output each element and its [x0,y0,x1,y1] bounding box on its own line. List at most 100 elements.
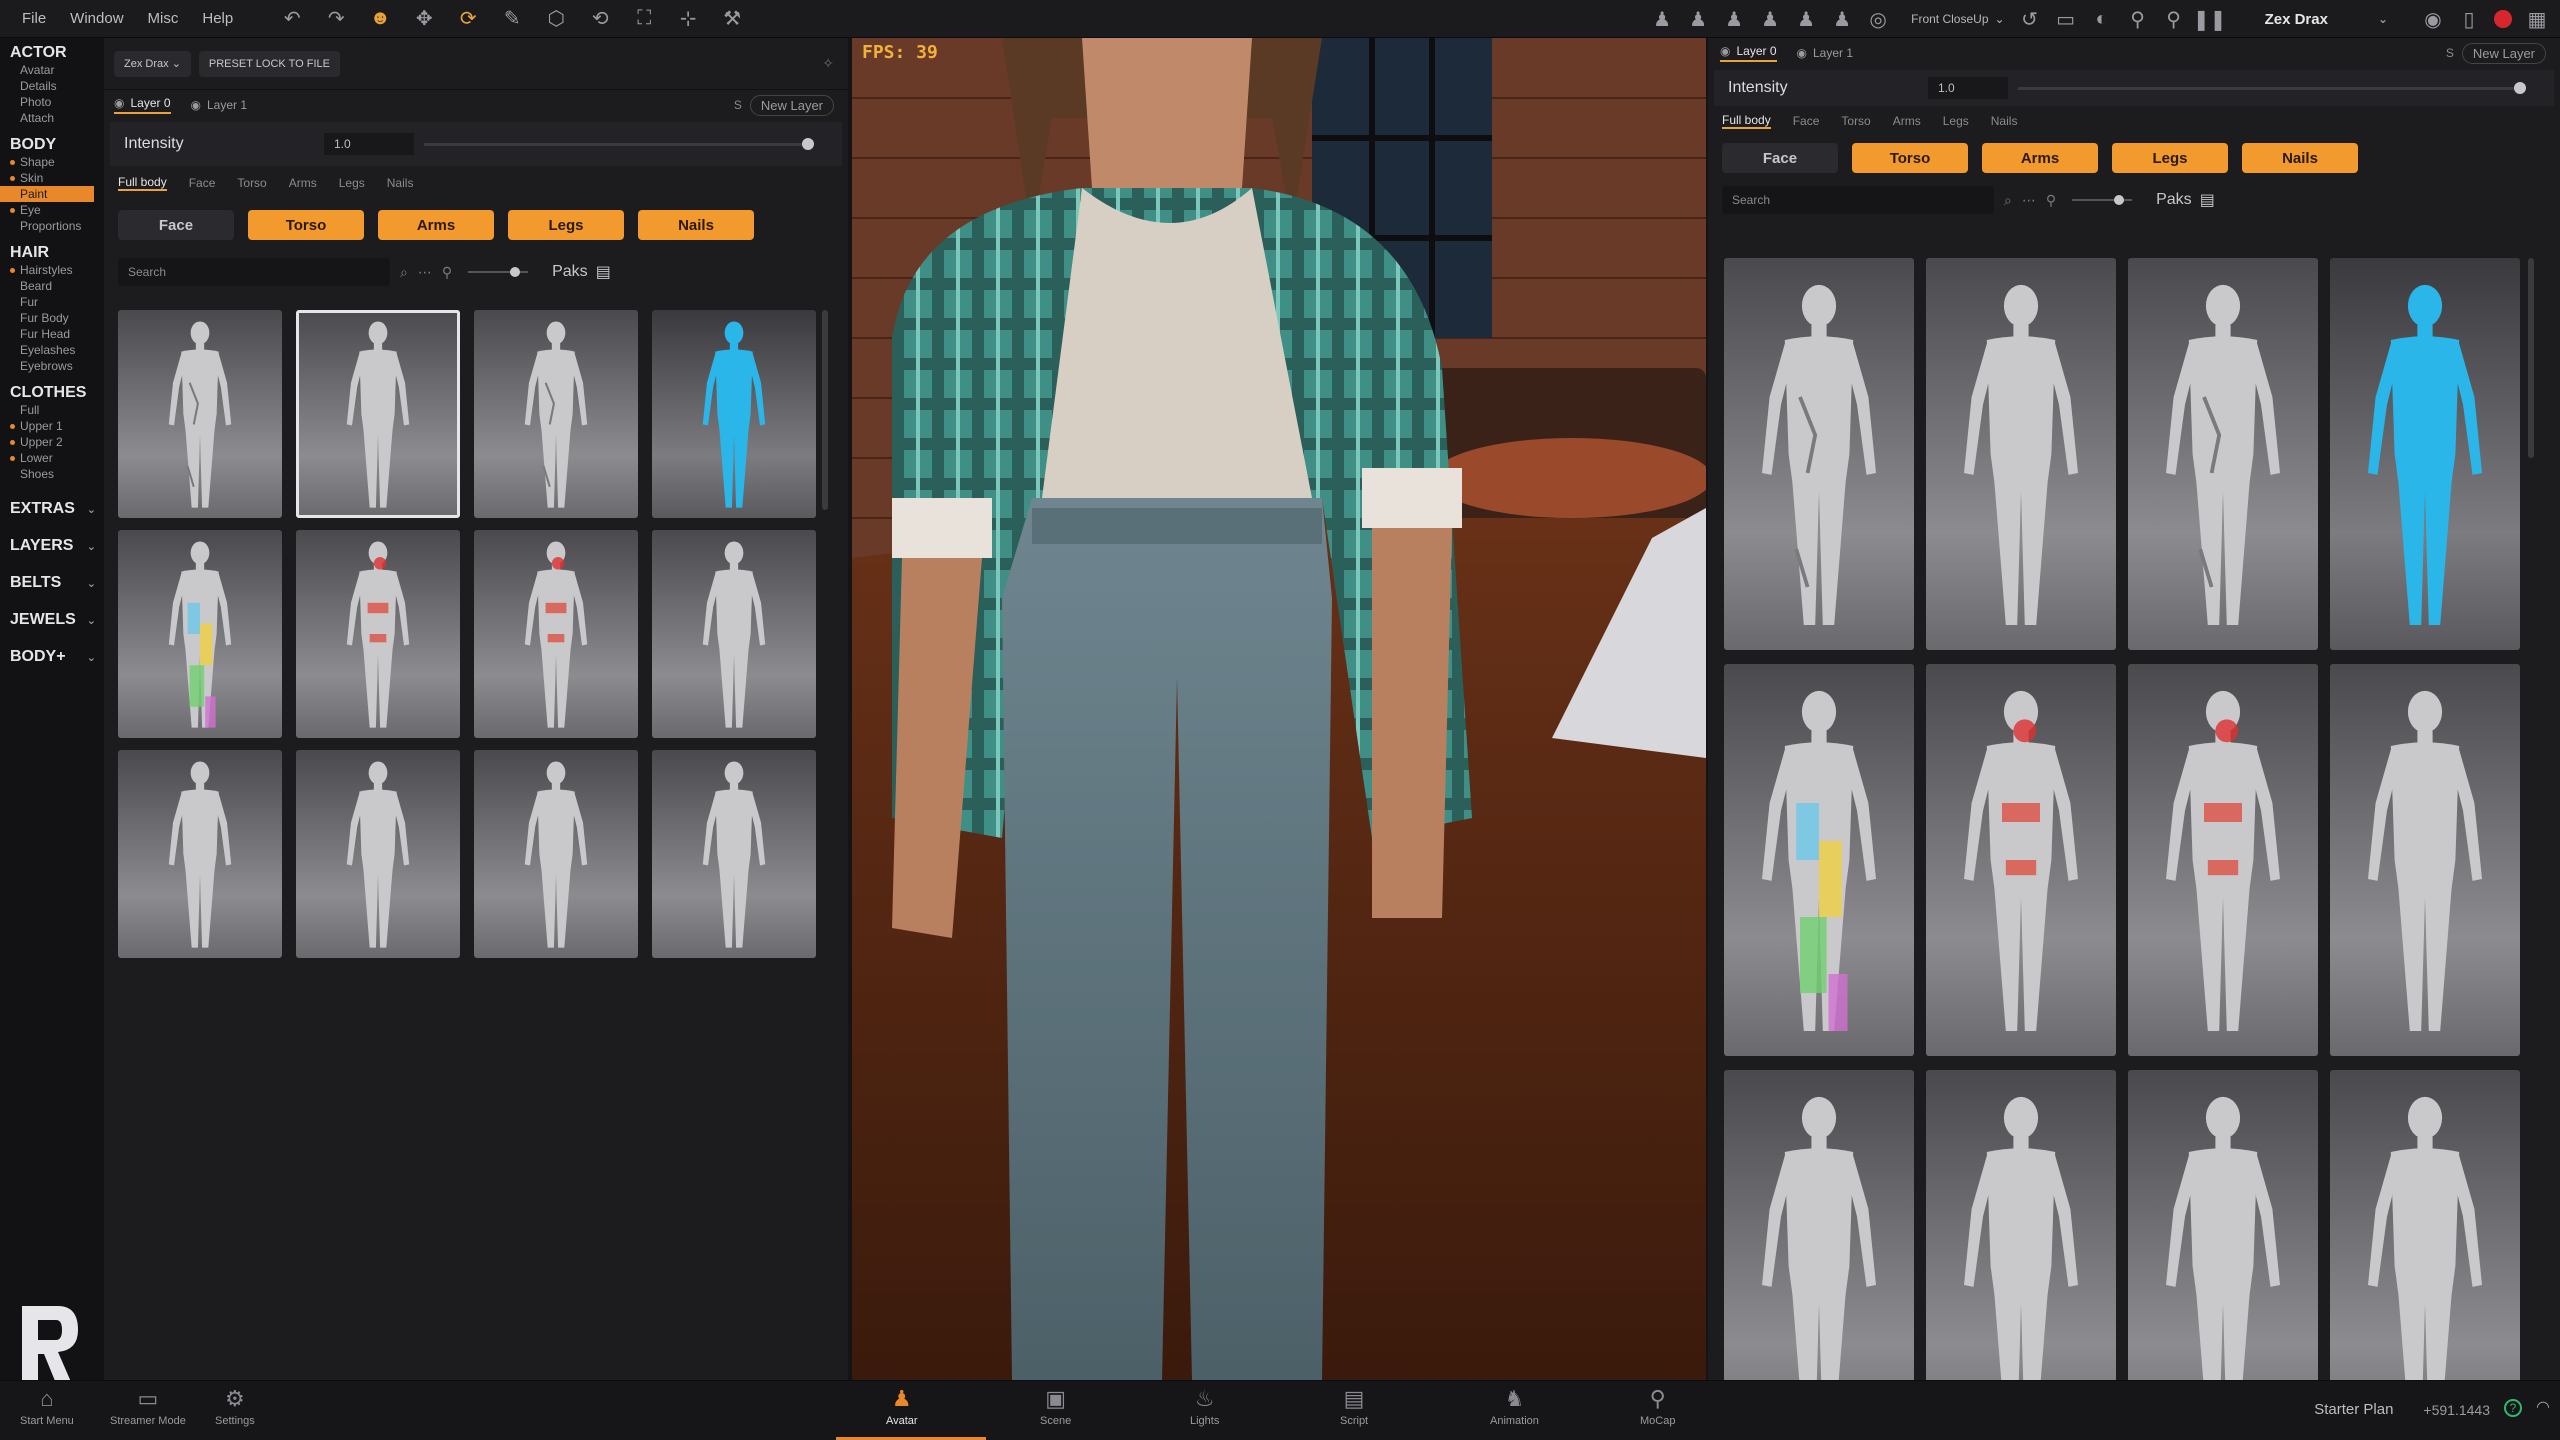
pose-icon[interactable]: ♟ [1831,6,1853,32]
menu-file[interactable]: File [10,10,58,27]
skin-thumbnail[interactable] [1926,258,2116,650]
sidebar-item-full[interactable]: Full [0,402,104,418]
move-icon[interactable]: ✥ [411,6,437,32]
skin-thumbnail[interactable] [296,530,460,738]
skin-thumbnail[interactable] [118,750,282,958]
skin-thumbnail[interactable] [2128,664,2318,1056]
tab-legs[interactable]: Legs [1943,114,1969,128]
skin-thumbnail[interactable] [474,310,638,518]
skin-thumbnail[interactable] [1926,664,2116,1056]
skin-thumbnail[interactable] [118,530,282,738]
torso-filter-button[interactable]: Torso [1852,143,1968,173]
user-select[interactable]: Zex Drax ⌄ [2265,11,2388,28]
intensity-input[interactable]: 1.0 [1928,77,2008,99]
skin-thumbnail[interactable] [2128,258,2318,650]
nails-filter-button[interactable]: Nails [2242,143,2358,173]
more-icon[interactable]: ⋯ [2022,192,2036,209]
slider-knob[interactable] [2114,195,2125,205]
paks-button[interactable]: Paks ▤ [552,262,611,282]
sidebar-section-belts[interactable]: BELTS ⌄ [0,574,104,592]
zoom-out-icon[interactable]: ⚲ [442,264,452,281]
tab-nails[interactable]: Nails [387,176,414,190]
sidebar-item-photo[interactable]: Photo [0,94,104,110]
sidebar-item-lower[interactable]: Lower [0,450,104,466]
menu-help[interactable]: Help [190,10,245,27]
filter-icon[interactable]: ⌕ [2004,192,2012,209]
search-input[interactable]: Search [1722,186,1994,214]
wrench-icon[interactable]: ⚒ [719,6,745,32]
tab-torso[interactable]: Torso [1841,114,1870,128]
pause-icon[interactable]: ❚❚ [2193,6,2227,32]
settings-button[interactable]: ⚙ Settings [215,1387,255,1428]
legs-filter-button[interactable]: Legs [508,210,624,240]
sidebar-item-upper-1[interactable]: Upper 1 [0,418,104,434]
sidebar-item-fur-head[interactable]: Fur Head [0,326,104,342]
tab-layer-1[interactable]: ◉ Layer 1 [1797,46,1854,60]
head-icon[interactable]: ♟ [1723,6,1745,32]
skin-thumbnail[interactable] [1724,258,1914,650]
tab-script[interactable]: ▤ Script [1340,1387,1368,1428]
tab-legs[interactable]: Legs [339,176,365,190]
legs-filter-button[interactable]: Legs [2112,143,2228,173]
edit-icon[interactable]: ✎ [499,6,525,32]
sidebar-item-eye[interactable]: Eye [0,202,104,218]
sidebar-item-paint[interactable]: Paint [0,186,94,202]
sidebar-section-layers[interactable]: LAYERS ⌄ [0,537,104,555]
search-input[interactable]: Search [118,258,390,286]
redo-icon[interactable]: ↷ [323,6,349,32]
skin-thumbnail[interactable] [474,750,638,958]
sidebar-item-fur[interactable]: Fur [0,294,104,310]
tab-arms[interactable]: Arms [1893,114,1921,128]
start-menu-button[interactable]: ⌂ Start Menu [20,1387,74,1428]
video-camera-icon[interactable]: ▭ [2055,6,2077,32]
undo-icon[interactable]: ↶ [279,6,305,32]
sidebar-item-attach[interactable]: Attach [0,110,104,126]
menu-misc[interactable]: Misc [136,10,191,27]
skin-thumbnail[interactable] [118,310,282,518]
gizmo-icon[interactable]: ⊹ [675,6,701,32]
sidebar-item-shape[interactable]: Shape [0,154,104,170]
zoom-out-icon[interactable]: ⚲ [2046,192,2056,209]
sidebar-heading[interactable]: HAIR [0,244,104,262]
skin-thumbnail[interactable] [652,750,816,958]
orbit-icon[interactable]: ⟲ [587,6,613,32]
camera-icon[interactable]: ◉ [2422,6,2444,32]
tab-full-body[interactable]: Full body [118,175,167,191]
full-body-icon[interactable]: ♟ [1759,6,1781,32]
tab-lights[interactable]: ♨ Lights [1190,1387,1219,1428]
actor-chip[interactable]: Zex Drax ⌄ [114,50,191,77]
intensity-slider[interactable] [2018,81,2526,94]
tab-face[interactable]: Face [1793,114,1820,128]
tab-avatar[interactable]: ♟ Avatar [886,1387,918,1428]
tab-arms[interactable]: Arms [289,176,317,190]
sidebar-heading[interactable]: CLOTHES [0,384,104,402]
slider-knob[interactable] [2514,81,2526,94]
skin-thumbnail[interactable] [652,310,816,518]
tab-layer-1[interactable]: ◉ Layer 1 [191,98,248,112]
sidebar-item-fur-body[interactable]: Fur Body [0,310,104,326]
grid-scrollbar[interactable] [822,310,828,510]
target-icon[interactable]: ◎ [1867,6,1889,32]
sidebar-item-avatar[interactable]: Avatar [0,62,104,78]
thumbnail-size-slider[interactable] [468,267,529,277]
sidebar-heading[interactable]: ACTOR [0,44,104,62]
half-body-icon[interactable]: ♟ [1687,6,1709,32]
paks-button[interactable]: Paks ▤ [2156,190,2215,210]
intensity-slider[interactable] [424,137,814,150]
walk-icon[interactable]: ♟ [1795,6,1817,32]
tab-scene[interactable]: ▣ Scene [1040,1387,1071,1428]
eye-icon[interactable]: ◉ [114,96,124,110]
actors-icon[interactable]: ☻ [367,6,393,32]
eye-icon[interactable]: ◉ [1797,46,1807,60]
slider-knob[interactable] [802,137,814,150]
record-icon[interactable] [2494,10,2512,28]
sidebar-item-proportions[interactable]: Proportions [0,218,104,234]
bust-icon[interactable]: ♟ [1651,6,1673,32]
frame-icon[interactable]: ⛶ [631,6,657,32]
tab-layer-0[interactable]: ◉ Layer 0 [1720,44,1777,62]
sidebar-section-jewels[interactable]: JEWELS ⌄ [0,611,104,629]
sidebar-item-shoes[interactable]: Shoes [0,466,104,482]
tab-face[interactable]: Face [189,176,216,190]
menu-window[interactable]: Window [58,10,135,27]
skin-thumbnail[interactable] [296,310,460,518]
